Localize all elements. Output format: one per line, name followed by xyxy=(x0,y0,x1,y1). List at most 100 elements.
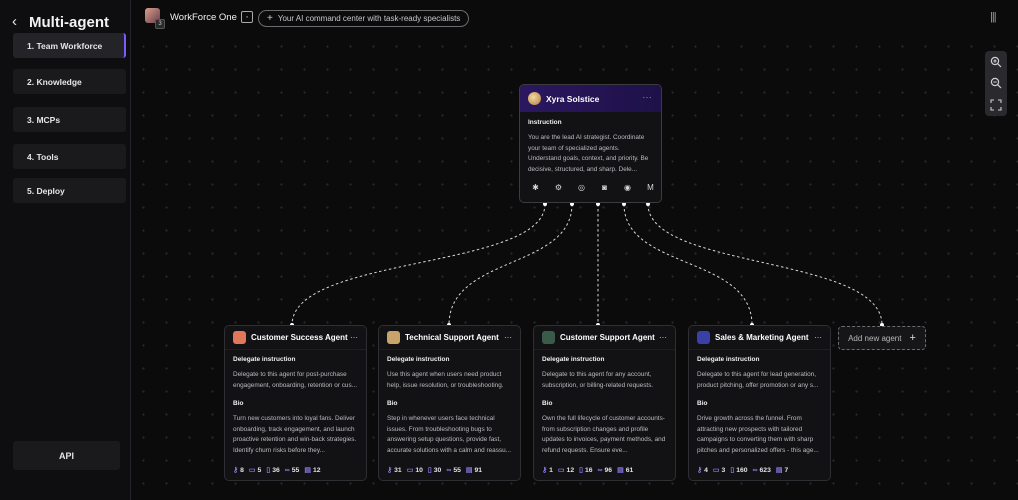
workspace-count-badge: 3 xyxy=(155,19,165,29)
agent-stats: ⚷ 4 ▭ 3 ▯ 160 ∞ 623 ▤ 7 xyxy=(697,466,789,475)
bio-text: Drive growth across the funnel. From att… xyxy=(697,415,819,454)
step-deploy[interactable]: 5. Deploy xyxy=(13,178,126,203)
back-arrow-icon[interactable]: ‹ xyxy=(12,12,17,32)
discord-icon[interactable]: ◙ xyxy=(598,183,611,192)
bio-label: Bio xyxy=(233,400,244,407)
stat-value: 12 xyxy=(566,467,575,474)
more-options-icon[interactable]: ··· xyxy=(504,333,512,342)
instruction-text: You are the lead AI strategist. Coordina… xyxy=(528,134,649,173)
link-icon: ∞ xyxy=(284,466,290,474)
tagline-pill[interactable]: + Your AI command center with task-ready… xyxy=(258,10,470,27)
table-icon: ▤ xyxy=(465,467,473,474)
delegate-text: Delegate to this agent for post-purchase… xyxy=(233,371,357,389)
stat-value: 36 xyxy=(272,467,280,474)
delegate-label: Delegate instruction xyxy=(387,356,450,363)
key-icon: ⚷ xyxy=(387,467,393,474)
lead-agent-avatar xyxy=(528,92,541,105)
bio-text: Turn new customers into loyal fans. Deli… xyxy=(233,415,357,454)
more-options-icon[interactable]: ··· xyxy=(643,93,653,102)
copy-icon[interactable]: ◦ xyxy=(241,11,253,23)
chat-icon: ▭ xyxy=(557,467,565,474)
stat-value: 8 xyxy=(240,467,244,474)
more-options-icon[interactable]: ··· xyxy=(659,333,667,342)
agent-card-sales-marketing[interactable]: Sales & Marketing Agent ··· Delegate ins… xyxy=(688,325,831,481)
stat-value: 5 xyxy=(257,467,262,474)
fit-view-icon[interactable] xyxy=(988,97,1004,113)
top-bar: 3 WorkForce One ◦ + Your AI command cent… xyxy=(132,0,1018,35)
stat-value: 31 xyxy=(394,467,402,474)
step-mcps[interactable]: 3. MCPs xyxy=(13,107,126,132)
stat-value: 30 xyxy=(433,467,442,474)
lead-agent-node[interactable]: Xyra Solstice ··· Instruction You are th… xyxy=(519,84,662,203)
document-icon: ▯ xyxy=(730,467,735,474)
agent-name: Customer Support Agent xyxy=(560,333,655,342)
instruction-label: Instruction xyxy=(528,119,562,126)
agent-stats: ⚷ 31 ▭ 10 ▯ 30 ∞ 55 ▤ 91 xyxy=(387,466,483,475)
bio-label: Bio xyxy=(697,400,708,407)
agent-avatar xyxy=(233,331,246,344)
agent-stats: ⚷ 8 ▭ 5 ▯ 36 ∞ 55 ▤ 12 xyxy=(233,466,321,475)
link-icon: ∞ xyxy=(446,466,452,474)
integrations-row: ✱ ⚙ ◎ ◙ ◉ M xyxy=(520,175,661,192)
delegate-label: Delegate instruction xyxy=(233,356,296,363)
sliders-icon[interactable]: ||| xyxy=(990,11,997,23)
tagline-text: Your AI command center with task-ready s… xyxy=(277,14,461,23)
agent-avatar xyxy=(697,331,710,344)
zoom-out-icon[interactable] xyxy=(988,75,1004,91)
stat-value: 1 xyxy=(549,467,553,474)
agent-stats: ⚷ 1 ▭ 12 ▯ 16 ∞ 96 ▤ 61 xyxy=(542,466,634,475)
stat-value: 55 xyxy=(453,466,461,474)
link-icon: ∞ xyxy=(752,466,758,474)
hubspot-icon[interactable]: ⚙ xyxy=(552,183,565,192)
more-options-icon[interactable]: ··· xyxy=(814,333,822,342)
stat-value: 16 xyxy=(584,467,593,474)
stat-value: 10 xyxy=(415,467,423,474)
link-icon: ∞ xyxy=(597,466,603,474)
stat-value: 4 xyxy=(704,467,708,474)
agent-card-customer-success[interactable]: Customer Success Agent ··· Delegate inst… xyxy=(224,325,367,481)
agent-name: Technical Support Agent xyxy=(405,333,499,342)
more-options-icon[interactable]: ··· xyxy=(350,333,358,342)
stat-value: 7 xyxy=(784,467,789,474)
add-agent-label: Add new agent xyxy=(848,333,902,343)
plus-icon: + xyxy=(909,332,916,344)
bio-text: Own the full lifecycle of customer accou… xyxy=(542,415,666,454)
lead-agent-name: Xyra Solstice xyxy=(546,93,600,104)
api-button[interactable]: API xyxy=(13,441,120,470)
key-icon: ⚷ xyxy=(542,467,548,474)
sidebar-header: ‹ Multi-agent xyxy=(12,12,109,32)
delegate-label: Delegate instruction xyxy=(697,356,760,363)
document-icon: ▯ xyxy=(427,467,432,474)
stat-value: 12 xyxy=(312,467,321,474)
whatsapp-icon[interactable]: ◎ xyxy=(575,183,588,192)
add-new-agent-button[interactable]: Add new agent + xyxy=(838,326,926,350)
chat-icon: ▭ xyxy=(712,467,720,474)
stat-value: 61 xyxy=(625,467,634,474)
plus-icon: + xyxy=(267,13,273,24)
document-icon: ▯ xyxy=(266,467,271,474)
bio-text: Step in whenever users face technical is… xyxy=(387,415,511,454)
agent-card-customer-support[interactable]: Customer Support Agent ··· Delegate inst… xyxy=(533,325,676,481)
stat-value: 91 xyxy=(474,467,483,474)
workspace-name: WorkForce One xyxy=(170,12,237,23)
messenger-icon[interactable]: ◉ xyxy=(621,183,634,192)
agent-name: Customer Success Agent xyxy=(251,333,348,342)
step-tools[interactable]: 4. Tools xyxy=(13,144,126,169)
agent-card-technical-support[interactable]: Technical Support Agent ··· Delegate ins… xyxy=(378,325,521,481)
zoom-in-icon[interactable] xyxy=(988,54,1004,70)
slack-icon[interactable]: ✱ xyxy=(529,183,542,192)
agent-avatar xyxy=(387,331,400,344)
key-icon: ⚷ xyxy=(233,467,239,474)
step-team-workforce[interactable]: 1. Team Workforce xyxy=(13,33,126,58)
step-knowledge[interactable]: 2. Knowledge xyxy=(13,69,126,94)
sidebar: ‹ Multi-agent 1. Team Workforce 2. Knowl… xyxy=(0,0,131,500)
table-icon: ▤ xyxy=(775,467,783,474)
lead-agent-header: Xyra Solstice ··· xyxy=(520,85,661,112)
table-icon: ▤ xyxy=(617,467,624,474)
bio-label: Bio xyxy=(542,400,553,407)
delegate-text: Use this agent when users need product h… xyxy=(387,371,504,389)
gmail-icon[interactable]: M xyxy=(644,183,657,192)
delegate-label: Delegate instruction xyxy=(542,356,605,363)
sidebar-title: Multi-agent xyxy=(29,13,109,31)
delegate-text: Delegate to this agent for any account, … xyxy=(542,371,654,389)
